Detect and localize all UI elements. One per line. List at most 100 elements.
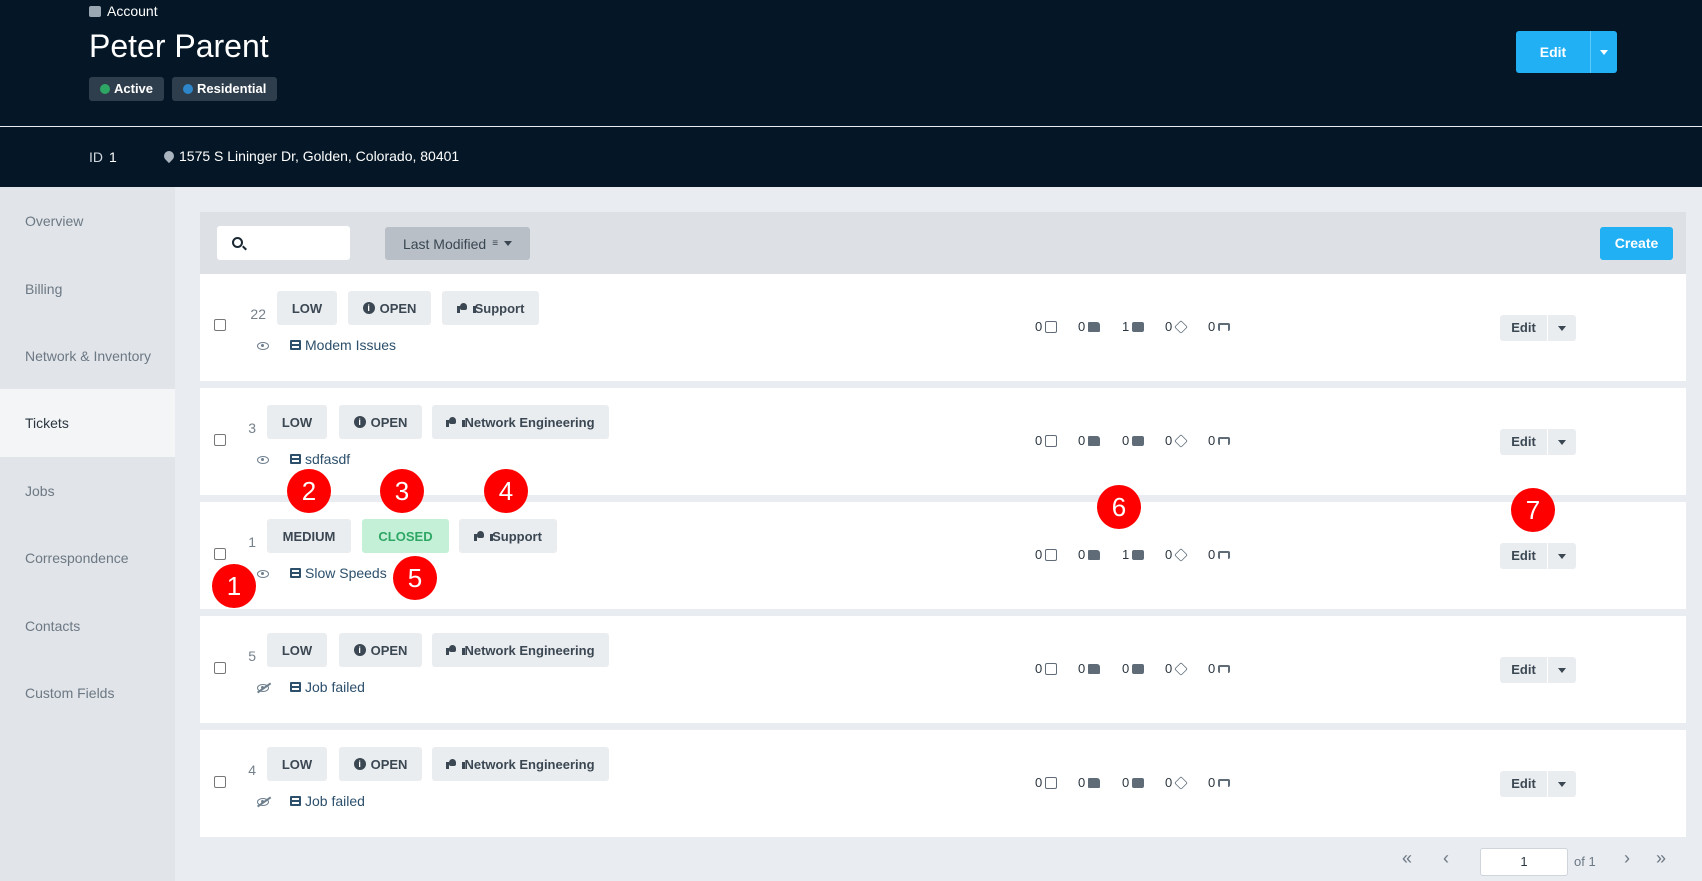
- row-edit-button[interactable]: Edit: [1500, 429, 1547, 455]
- status-badge-residential: Residential: [172, 77, 278, 101]
- sidebar-item-custom-fields[interactable]: Custom Fields: [0, 659, 175, 727]
- row-edit-split-button: Edit: [1500, 315, 1576, 341]
- chevron-down-icon: [504, 241, 513, 246]
- row-checkbox[interactable]: [214, 662, 226, 674]
- account-edit-button[interactable]: Edit: [1516, 31, 1590, 73]
- breadcrumb-label: Account: [107, 3, 158, 19]
- ticket-name-link[interactable]: Modem Issues: [290, 337, 396, 353]
- file-count: 0: [1078, 547, 1101, 562]
- job-count: 0: [1122, 433, 1145, 448]
- row-edit-dropdown[interactable]: [1547, 543, 1576, 569]
- sidebar-item-billing[interactable]: Billing: [0, 255, 175, 323]
- priority-label: LOW: [291, 300, 323, 316]
- group-label: Support: [492, 528, 542, 544]
- priority-badge[interactable]: LOW: [267, 405, 327, 439]
- ticket-name-link[interactable]: Job failed: [290, 793, 365, 809]
- sidebar-item-contacts[interactable]: Contacts: [0, 592, 175, 660]
- priority-badge[interactable]: LOW: [267, 747, 327, 781]
- last-page-button[interactable]: »: [1656, 848, 1666, 869]
- page-number-input[interactable]: 1: [1480, 848, 1568, 876]
- link-count: 0: [1208, 775, 1231, 790]
- annotation-marker-5: 5: [393, 556, 437, 600]
- group-badge[interactable]: Network Engineering: [432, 633, 609, 667]
- priority-badge[interactable]: LOW: [277, 291, 337, 325]
- table-row[interactable]: 5 LOW i OPEN Network Engineering Job fail…: [200, 616, 1686, 723]
- ticket-name-link[interactable]: Slow Speeds: [290, 565, 387, 581]
- group-badge[interactable]: Network Engineering: [432, 405, 609, 439]
- table-row[interactable]: 4 LOW i OPEN Network Engineering Job fail…: [200, 730, 1686, 837]
- create-ticket-button[interactable]: Create: [1600, 227, 1673, 260]
- ticket-icon: [290, 340, 301, 350]
- ticket-id: 22: [250, 306, 266, 322]
- row-checkbox[interactable]: [214, 776, 226, 788]
- group-badge[interactable]: Network Engineering: [432, 747, 609, 781]
- status-badge[interactable]: i OPEN: [339, 747, 422, 781]
- account-edit-dropdown[interactable]: [1590, 31, 1617, 73]
- annotation-marker-4: 4: [484, 469, 528, 513]
- row-checkbox[interactable]: [214, 434, 226, 446]
- row-edit-dropdown[interactable]: [1547, 429, 1576, 455]
- next-page-button[interactable]: ›: [1624, 848, 1630, 869]
- fork-icon: [1218, 550, 1231, 559]
- eye-icon[interactable]: [257, 570, 269, 578]
- prev-page-button[interactable]: ‹: [1443, 848, 1449, 869]
- group-badge[interactable]: Support: [442, 291, 539, 325]
- eye-icon[interactable]: [257, 456, 269, 464]
- row-edit-dropdown[interactable]: [1547, 771, 1576, 797]
- status-badge[interactable]: i OPEN: [348, 291, 431, 325]
- eye-slash-icon[interactable]: [257, 798, 269, 806]
- ticket-name-link[interactable]: sdfasdf: [290, 451, 350, 467]
- task-count: 0: [1035, 775, 1058, 790]
- status-badge[interactable]: CLOSED: [362, 519, 449, 553]
- box-icon: [1174, 547, 1189, 562]
- ticket-icon: [290, 568, 301, 578]
- row-edit-button[interactable]: Edit: [1500, 315, 1547, 341]
- first-page-button[interactable]: «: [1402, 848, 1412, 869]
- task-count-value: 0: [1035, 433, 1043, 448]
- eye-icon[interactable]: [257, 342, 269, 350]
- annotation-marker-7: 7: [1511, 488, 1555, 532]
- row-edit-button[interactable]: Edit: [1500, 657, 1547, 683]
- sidebar-item-correspondence[interactable]: Correspondence: [0, 524, 175, 592]
- chevron-down-icon: [1558, 781, 1566, 787]
- file-count-value: 0: [1078, 547, 1086, 562]
- group-label: Network Engineering: [464, 414, 595, 430]
- ticket-name-link[interactable]: Job failed: [290, 679, 365, 695]
- account-address[interactable]: 1575 S Lininger Dr, Golden, Colorado, 80…: [161, 148, 459, 164]
- table-row[interactable]: 22 LOW i OPEN Support Modem Issues 0 0 1 …: [200, 274, 1686, 381]
- row-checkbox[interactable]: [214, 319, 226, 331]
- priority-label: LOW: [281, 414, 313, 430]
- breadcrumb[interactable]: Account: [89, 3, 158, 19]
- group-badge[interactable]: Support: [459, 519, 557, 553]
- row-checkbox[interactable]: [214, 548, 226, 560]
- priority-badge[interactable]: MEDIUM: [267, 519, 351, 553]
- ticket-name: Job failed: [305, 793, 365, 809]
- status-label: OPEN: [370, 642, 408, 658]
- row-edit-dropdown[interactable]: [1547, 657, 1576, 683]
- inventory-count-value: 0: [1165, 319, 1173, 334]
- task-icon: [1045, 776, 1058, 789]
- status-badge[interactable]: i OPEN: [339, 633, 422, 667]
- link-count: 0: [1208, 433, 1231, 448]
- row-edit-button[interactable]: Edit: [1500, 543, 1547, 569]
- sort-dropdown[interactable]: Last Modified ≡: [385, 227, 530, 260]
- ticket-name: Slow Speeds: [305, 565, 387, 581]
- sidebar-item-overview[interactable]: Overview: [0, 187, 175, 255]
- priority-label: MEDIUM: [282, 528, 336, 544]
- sidebar-item-jobs[interactable]: Jobs: [0, 457, 175, 525]
- account-icon: [89, 5, 101, 17]
- group-label: Network Engineering: [464, 756, 595, 772]
- chevron-down-icon: [1558, 439, 1566, 445]
- chevron-down-icon: [1600, 49, 1608, 55]
- status-badge[interactable]: i OPEN: [339, 405, 422, 439]
- search-input[interactable]: [217, 226, 350, 260]
- eye-slash-icon[interactable]: [257, 684, 269, 692]
- priority-badge[interactable]: LOW: [267, 633, 327, 667]
- sidebar-item-tickets[interactable]: Tickets: [0, 389, 175, 457]
- chevron-down-icon: [1558, 553, 1566, 559]
- job-count-value: 0: [1122, 661, 1130, 676]
- table-row[interactable]: 3 LOW i OPEN Network Engineering sdfasdf …: [200, 388, 1686, 495]
- row-edit-dropdown[interactable]: [1547, 315, 1576, 341]
- sidebar-item-network-inventory[interactable]: Network & Inventory: [0, 322, 175, 390]
- row-edit-button[interactable]: Edit: [1500, 771, 1547, 797]
